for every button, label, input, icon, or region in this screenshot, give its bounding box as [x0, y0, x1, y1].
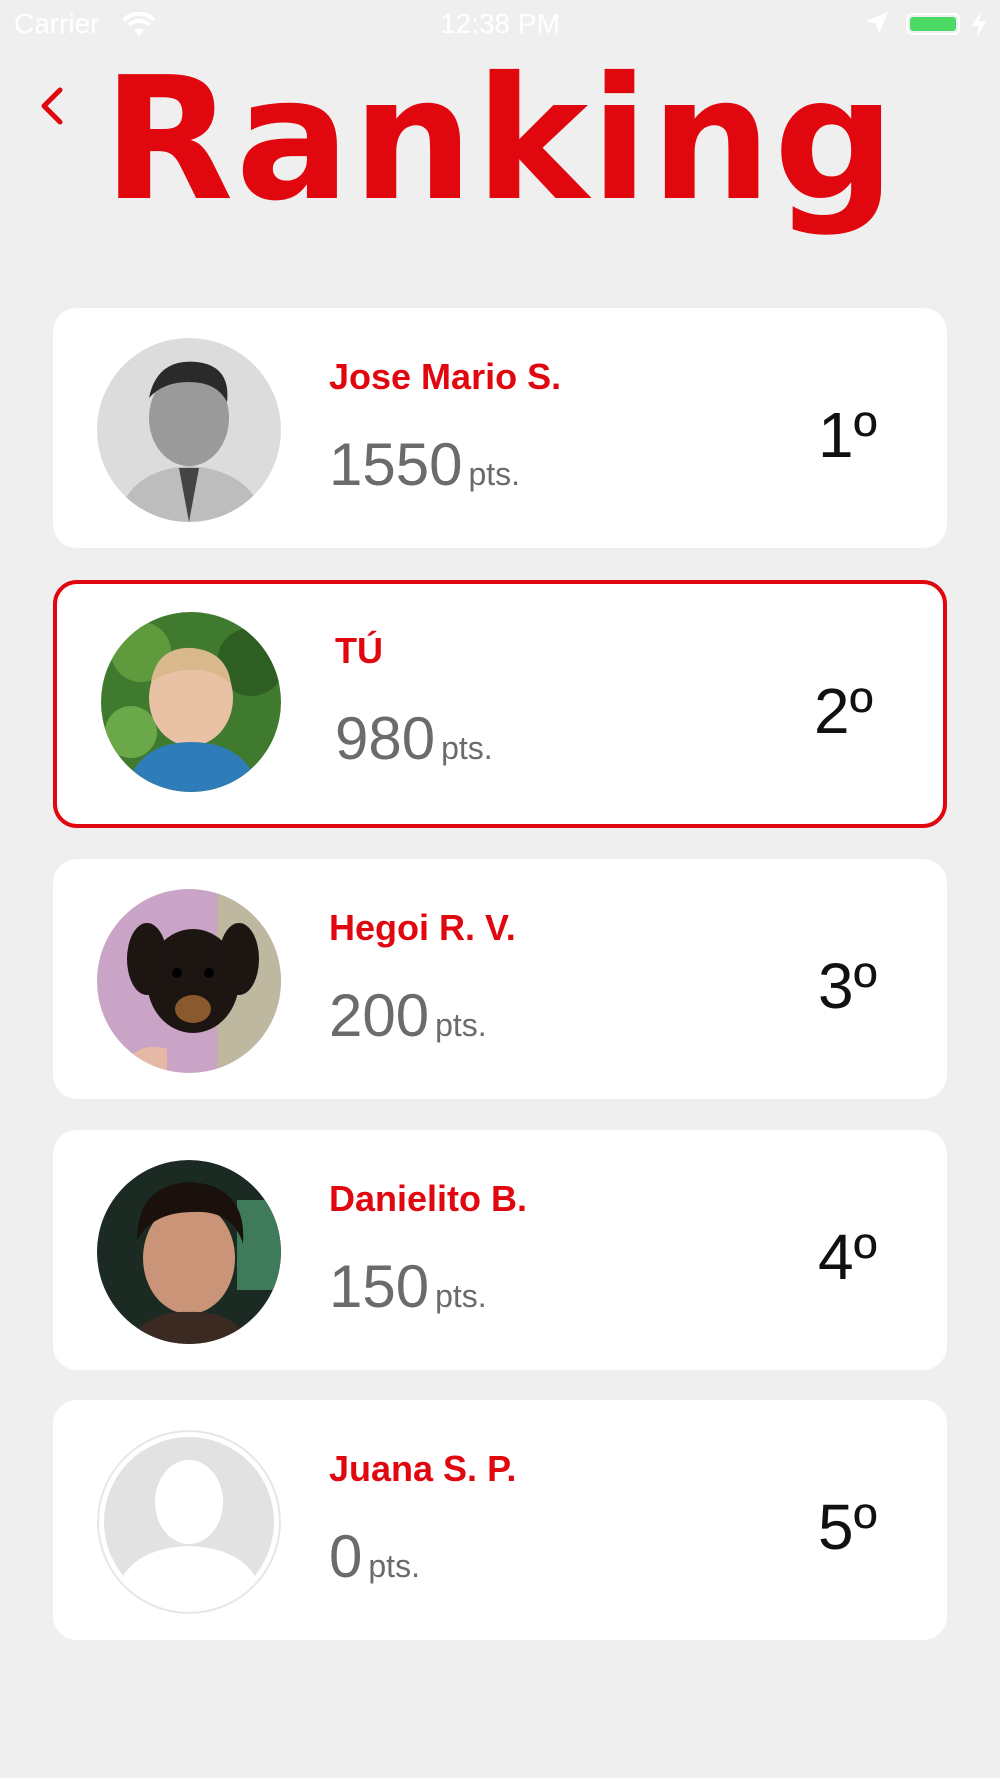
avatar [101, 612, 281, 792]
player-name: Danielito B. [329, 1178, 528, 1219]
rank-position: 5º [818, 1491, 877, 1563]
player-points: 200 pts. [329, 981, 487, 1050]
player-name: Jose Mario S. [329, 356, 562, 397]
ranking-item-current-user[interactable]: TÚ 980 pts. 2º [53, 580, 947, 828]
ranking-item[interactable]: Hegoi R. V. 200 pts. 3º [53, 859, 947, 1099]
location-arrow-icon [864, 10, 890, 43]
ranking-item[interactable]: Jose Mario S. 1550 pts. 1º [53, 308, 947, 548]
default-avatar-icon [97, 1430, 281, 1614]
rank-position: 1º [818, 399, 877, 471]
points-value: 980 [335, 705, 436, 772]
clock: 12:38 PM [440, 8, 560, 39]
points-value: 1550 [329, 431, 463, 498]
avatar [97, 889, 281, 1073]
points-value: 200 [329, 982, 430, 1049]
points-value: 0 [329, 1523, 363, 1590]
avatar [97, 1160, 281, 1344]
player-points: 0 pts. [329, 1522, 420, 1591]
points-unit: pts. [468, 456, 521, 492]
battery-icon [906, 13, 960, 35]
player-name: Hegoi R. V. [329, 907, 516, 948]
rank-position: 2º [814, 675, 873, 747]
player-name: TÚ [335, 630, 383, 671]
points-unit: pts. [441, 730, 493, 766]
avatar [97, 338, 281, 522]
ranking-item[interactable]: Juana S. P. 0 pts. 5º [53, 1400, 947, 1640]
ranking-item[interactable]: Danielito B. 150 pts. 4º [53, 1130, 947, 1370]
player-name: Juana S. P. [329, 1448, 517, 1489]
points-unit: pts. [435, 1007, 487, 1043]
player-points: 1550 pts. [329, 430, 520, 499]
points-unit: pts. [368, 1548, 420, 1584]
rank-position: 4º [818, 1221, 877, 1293]
points-unit: pts. [435, 1278, 487, 1314]
player-points: 980 pts. [335, 704, 493, 773]
player-points: 150 pts. [329, 1252, 487, 1321]
charging-bolt-icon [970, 10, 988, 45]
page-title: Ranking [102, 41, 898, 239]
rank-position: 3º [818, 950, 877, 1022]
points-value: 150 [329, 1253, 430, 1320]
